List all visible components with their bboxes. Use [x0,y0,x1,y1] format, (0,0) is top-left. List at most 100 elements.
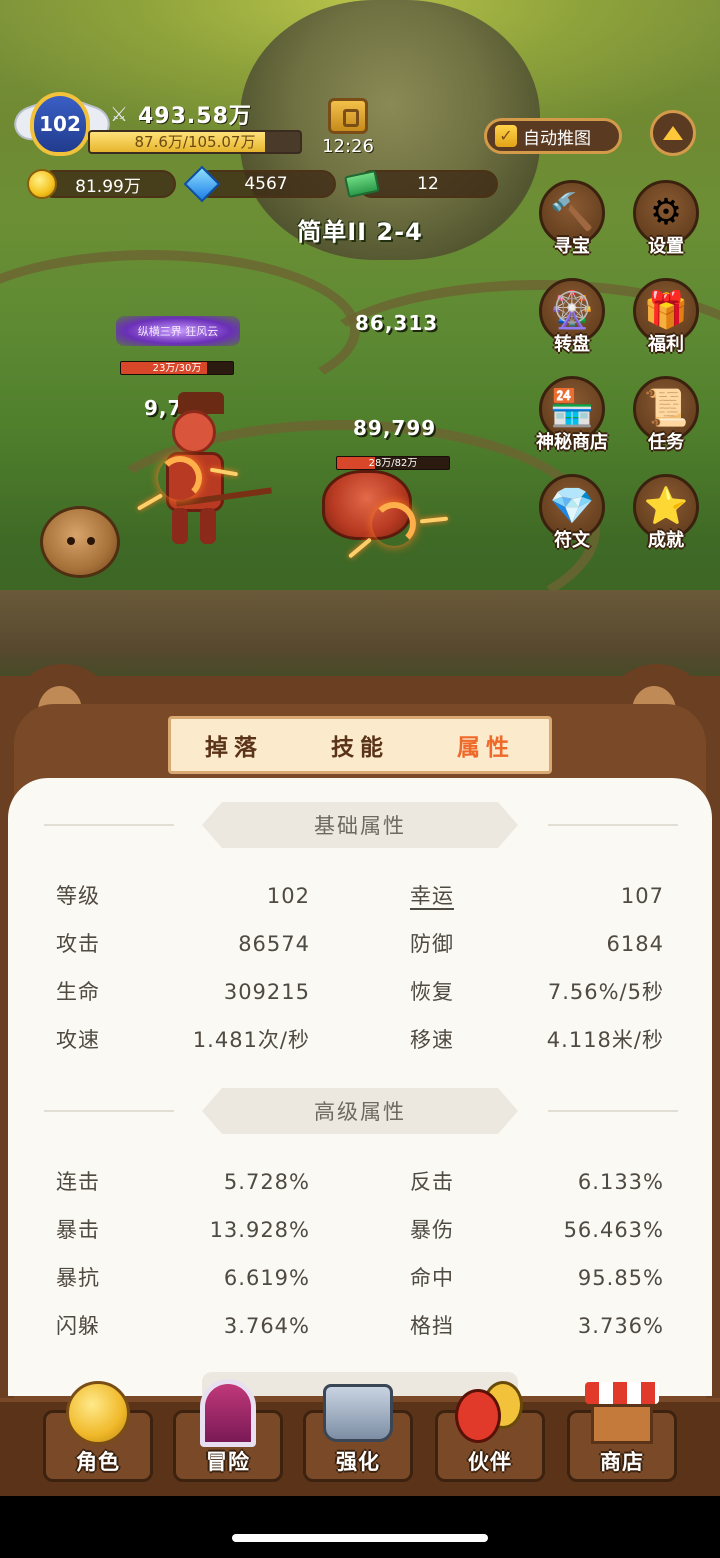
cash-value: 12 [417,174,439,194]
side-achievement-button[interactable]: ⭐ 成就 [624,474,708,552]
cash-icon [344,168,380,200]
stat-label: 连击 [56,1170,100,1194]
floating-damage-number: 86,313 [355,311,439,335]
basic-section-title: 基础属性 [202,802,518,848]
stat-value: 95.85% [577,1266,664,1290]
stat-row: 等级 102 幸运 107 [8,872,712,920]
side-rune-label: 符文 [554,530,590,551]
stage-title: 简单II 2-4 [297,218,423,246]
stat-label: 攻速 [56,1028,100,1052]
tab-drops[interactable]: 掉落 [171,719,297,771]
stat-row: 攻速 1.481次/秒 移速 4.118米/秒 [8,1016,712,1064]
side-settings-label: 设置 [648,236,684,257]
stat-value: 7.56%/5秒 [547,980,664,1004]
stat-label: 防御 [410,932,454,956]
auto-push-label: 自动推图 [523,128,591,149]
level-badge[interactable]: 102 [30,92,90,156]
stat-value: 6184 [606,932,664,956]
stat-value: 309215 [223,980,310,1004]
panel-tabs: 掉落 技能 属性 [168,716,552,774]
nav-role-label: 角色 [76,1450,120,1474]
collapse-menu-button[interactable] [650,110,696,156]
side-treasure-label: 寻宝 [554,236,590,257]
attributes-card: 基础属性 等级 102 幸运 107 攻击 86574 防御 6184 生命 3… [8,778,712,1396]
nav-shop[interactable]: 商店 [562,1370,682,1488]
side-rune-button[interactable]: 💎 符文 [530,474,614,552]
diamond-value: 4567 [244,174,288,194]
cash-counter: 12 [358,170,498,198]
hero-hp-text: 23万/30万 [152,363,202,374]
side-mystery-shop-button[interactable]: 🏪 神秘商店 [530,376,614,454]
side-wheel-label: 转盘 [554,334,590,355]
stat-value: 13.928% [209,1218,310,1242]
stat-row: 暴击 13.928% 暴伤 56.463% [8,1206,712,1254]
combat-power-value: 493.58万 [138,104,252,129]
nav-partner-label: 伙伴 [468,1450,512,1474]
stat-value: 56.463% [563,1218,664,1242]
side-mystery-shop-label: 神秘商店 [536,432,608,453]
side-welfare-button[interactable]: 🎁 福利 [624,278,708,356]
stat-value: 5.728% [223,1170,310,1194]
nav-enhance[interactable]: 强化 [298,1370,418,1488]
advanced-section-title: 高级属性 [202,1088,518,1134]
stat-value: 107 [620,884,664,908]
advanced-section-header: 高级属性 [8,1088,712,1134]
stat-label: 移速 [410,1028,454,1052]
hero-hp-bar: 23万/30万 [120,361,234,375]
stat-label: 暴伤 [410,1218,454,1242]
gold-counter: 81.99万 [40,170,176,198]
stat-value: 86574 [238,932,310,956]
tab-skills[interactable]: 技能 [297,719,423,771]
stat-label: 暴击 [56,1218,100,1242]
stat-value: 3.764% [223,1314,310,1338]
enemy-hp-text: 28万/82万 [368,458,418,469]
nav-shop-label: 商店 [600,1450,644,1474]
triangle-up-icon [663,126,683,140]
nav-enhance-label: 强化 [336,1450,380,1474]
anvil-icon [316,1376,400,1450]
stat-row: 连击 5.728% 反击 6.133% [8,1158,712,1206]
side-achievement-label: 成就 [648,530,684,551]
hit-effect [372,502,416,546]
home-indicator[interactable] [232,1534,488,1542]
exp-bar: 87.6万/105.07万 [88,130,302,154]
advanced-stats: 连击 5.728% 反击 6.133% 暴击 13.928% 暴伤 56.463… [8,1158,712,1350]
basic-section-header: 基础属性 [8,802,712,848]
nav-partner[interactable]: 伙伴 [430,1370,550,1488]
nav-adventure-label: 冒险 [206,1450,250,1474]
tab-attributes[interactable]: 属性 [423,719,549,771]
checkbox-checked-icon: ✓ [495,125,517,147]
side-treasure-button[interactable]: 🔨 寻宝 [530,180,614,258]
basic-stats: 等级 102 幸运 107 攻击 86574 防御 6184 生命 309215… [8,872,712,1064]
enemy-damage-number: 89,799 [353,416,437,440]
guild-title-tag: 纵横三界 狂风云 [116,316,240,346]
stat-label: 反击 [410,1170,454,1194]
stat-value: 6.619% [223,1266,310,1290]
side-settings-button[interactable]: ⚙ 设置 [624,180,708,258]
offline-reward-chest[interactable]: 12:26 [318,98,378,158]
side-welfare-label: 福利 [648,334,684,355]
nav-role[interactable]: 角色 [38,1370,158,1488]
stat-label: 命中 [410,1266,454,1290]
stat-label: 暴抗 [56,1266,100,1290]
shop-icon [580,1376,664,1450]
stat-value: 1.481次/秒 [192,1028,310,1052]
side-quest-button[interactable]: 📜 任务 [624,376,708,454]
coin-icon [26,168,58,200]
diamond-icon [183,165,221,203]
stat-label: 生命 [56,980,100,1004]
stat-label: 恢复 [410,980,454,1004]
nav-adventure[interactable]: 冒险 [168,1370,288,1488]
portal-icon [186,1376,270,1450]
luck-stat-link[interactable]: 幸运 [410,872,454,920]
partner-icon [448,1376,532,1450]
side-quest-label: 任务 [648,432,684,453]
stat-row: 生命 309215 恢复 7.56%/5秒 [8,968,712,1016]
auto-push-toggle[interactable]: ✓ 自动推图 [484,118,622,154]
side-wheel-button[interactable]: 🎡 转盘 [530,278,614,356]
stat-row: 闪躲 3.764% 格挡 3.736% [8,1302,712,1350]
stat-label: 攻击 [56,932,100,956]
exp-text: 87.6万/105.07万 [134,133,256,151]
stat-value: 102 [266,884,310,908]
reward-timer: 12:26 [322,136,374,157]
